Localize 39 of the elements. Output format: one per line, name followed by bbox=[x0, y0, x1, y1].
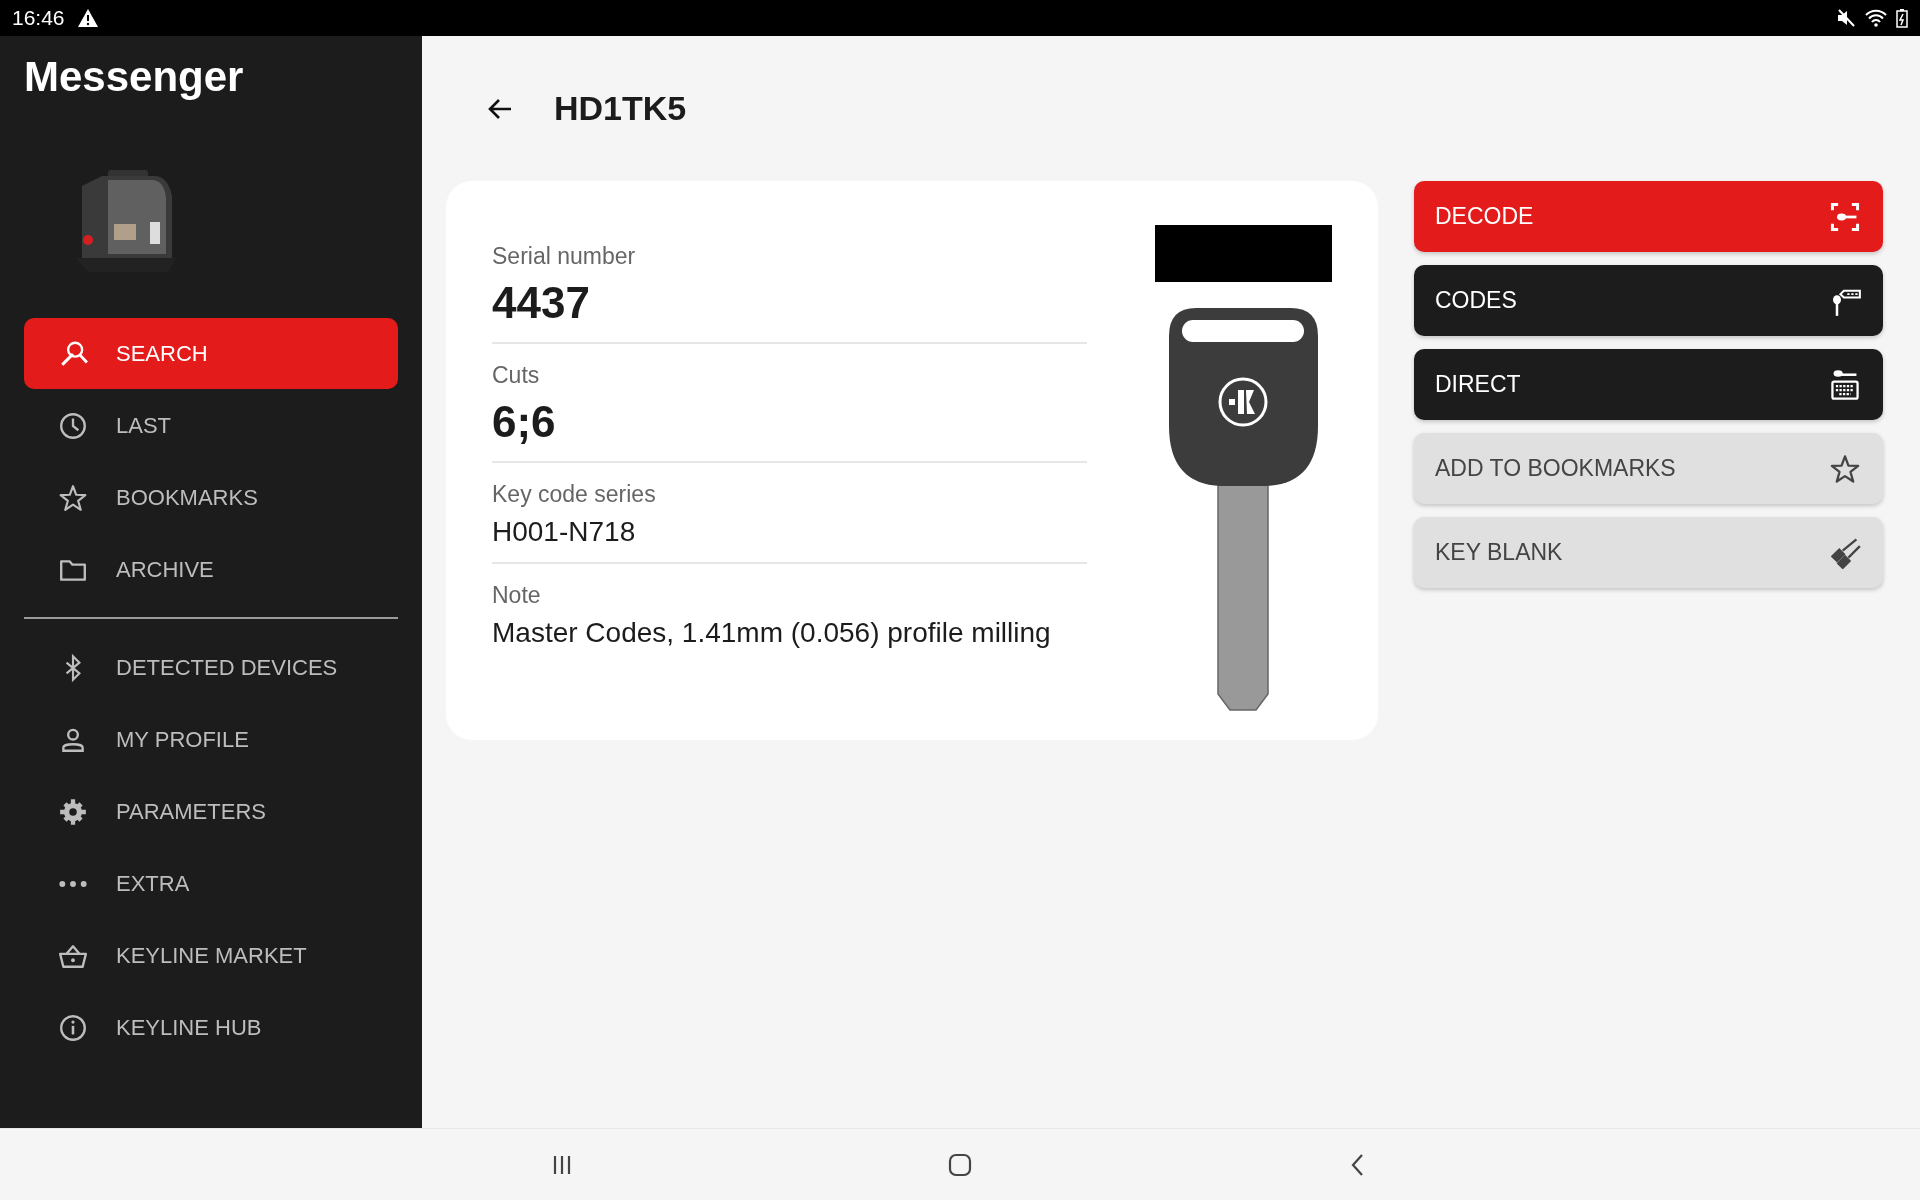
wifi-icon bbox=[1864, 8, 1888, 28]
dots-icon bbox=[58, 879, 88, 888]
sidebar-item[interactable]: KEYLINE MARKET bbox=[24, 920, 398, 992]
star-icon bbox=[58, 482, 88, 513]
sidebar-item[interactable]: SEARCH bbox=[24, 318, 398, 390]
sidebar-item[interactable]: PARAMETERS bbox=[24, 776, 398, 848]
gear-icon bbox=[58, 796, 88, 827]
field-value: H001-N718 bbox=[492, 516, 637, 548]
keys-icon bbox=[1829, 536, 1861, 569]
info-icon bbox=[58, 1012, 88, 1043]
sidebar-item[interactable]: DETECTED DEVICES bbox=[24, 632, 398, 704]
field-value: 4437 bbox=[492, 278, 591, 328]
action-button[interactable]: KEY BLANK bbox=[1414, 517, 1883, 588]
sidebar-item[interactable]: ARCHIVE bbox=[24, 534, 398, 606]
field-label: Key code series bbox=[492, 481, 657, 508]
page-title: HD1TK5 bbox=[554, 89, 687, 128]
warning-icon bbox=[76, 8, 99, 28]
app-title: Messenger bbox=[24, 52, 245, 102]
field-label: Serial number bbox=[492, 243, 637, 270]
mute-icon bbox=[1836, 8, 1856, 28]
clock-icon bbox=[58, 410, 88, 441]
sidebar-item[interactable]: KEYLINE HUB bbox=[24, 992, 398, 1064]
sidebar-item[interactable]: BOOKMARKS bbox=[24, 462, 398, 534]
status-time: 16:46 bbox=[12, 6, 65, 30]
field-value: 6;6 bbox=[492, 397, 557, 447]
action-button[interactable]: DECODE bbox=[1414, 181, 1883, 252]
battery-icon bbox=[1896, 8, 1908, 28]
field-label: Note bbox=[492, 582, 542, 609]
action-button[interactable]: ADD TO BOOKMARKS bbox=[1414, 433, 1883, 504]
sidebar-item[interactable]: EXTRA bbox=[24, 848, 398, 920]
field-value: Master Codes, 1.41mm (0.056) profile milling bbox=[492, 617, 1052, 649]
key-keyboard-icon bbox=[1829, 368, 1861, 401]
sidebar-item[interactable]: LAST bbox=[24, 390, 398, 462]
decode-icon bbox=[1829, 200, 1861, 233]
sidebar-item[interactable]: MY PROFILE bbox=[24, 704, 398, 776]
star-icon bbox=[1829, 452, 1861, 485]
action-button[interactable]: CODES bbox=[1414, 265, 1883, 336]
action-button[interactable]: DIRECT bbox=[1414, 349, 1883, 420]
field-label: Cuts bbox=[492, 362, 541, 389]
